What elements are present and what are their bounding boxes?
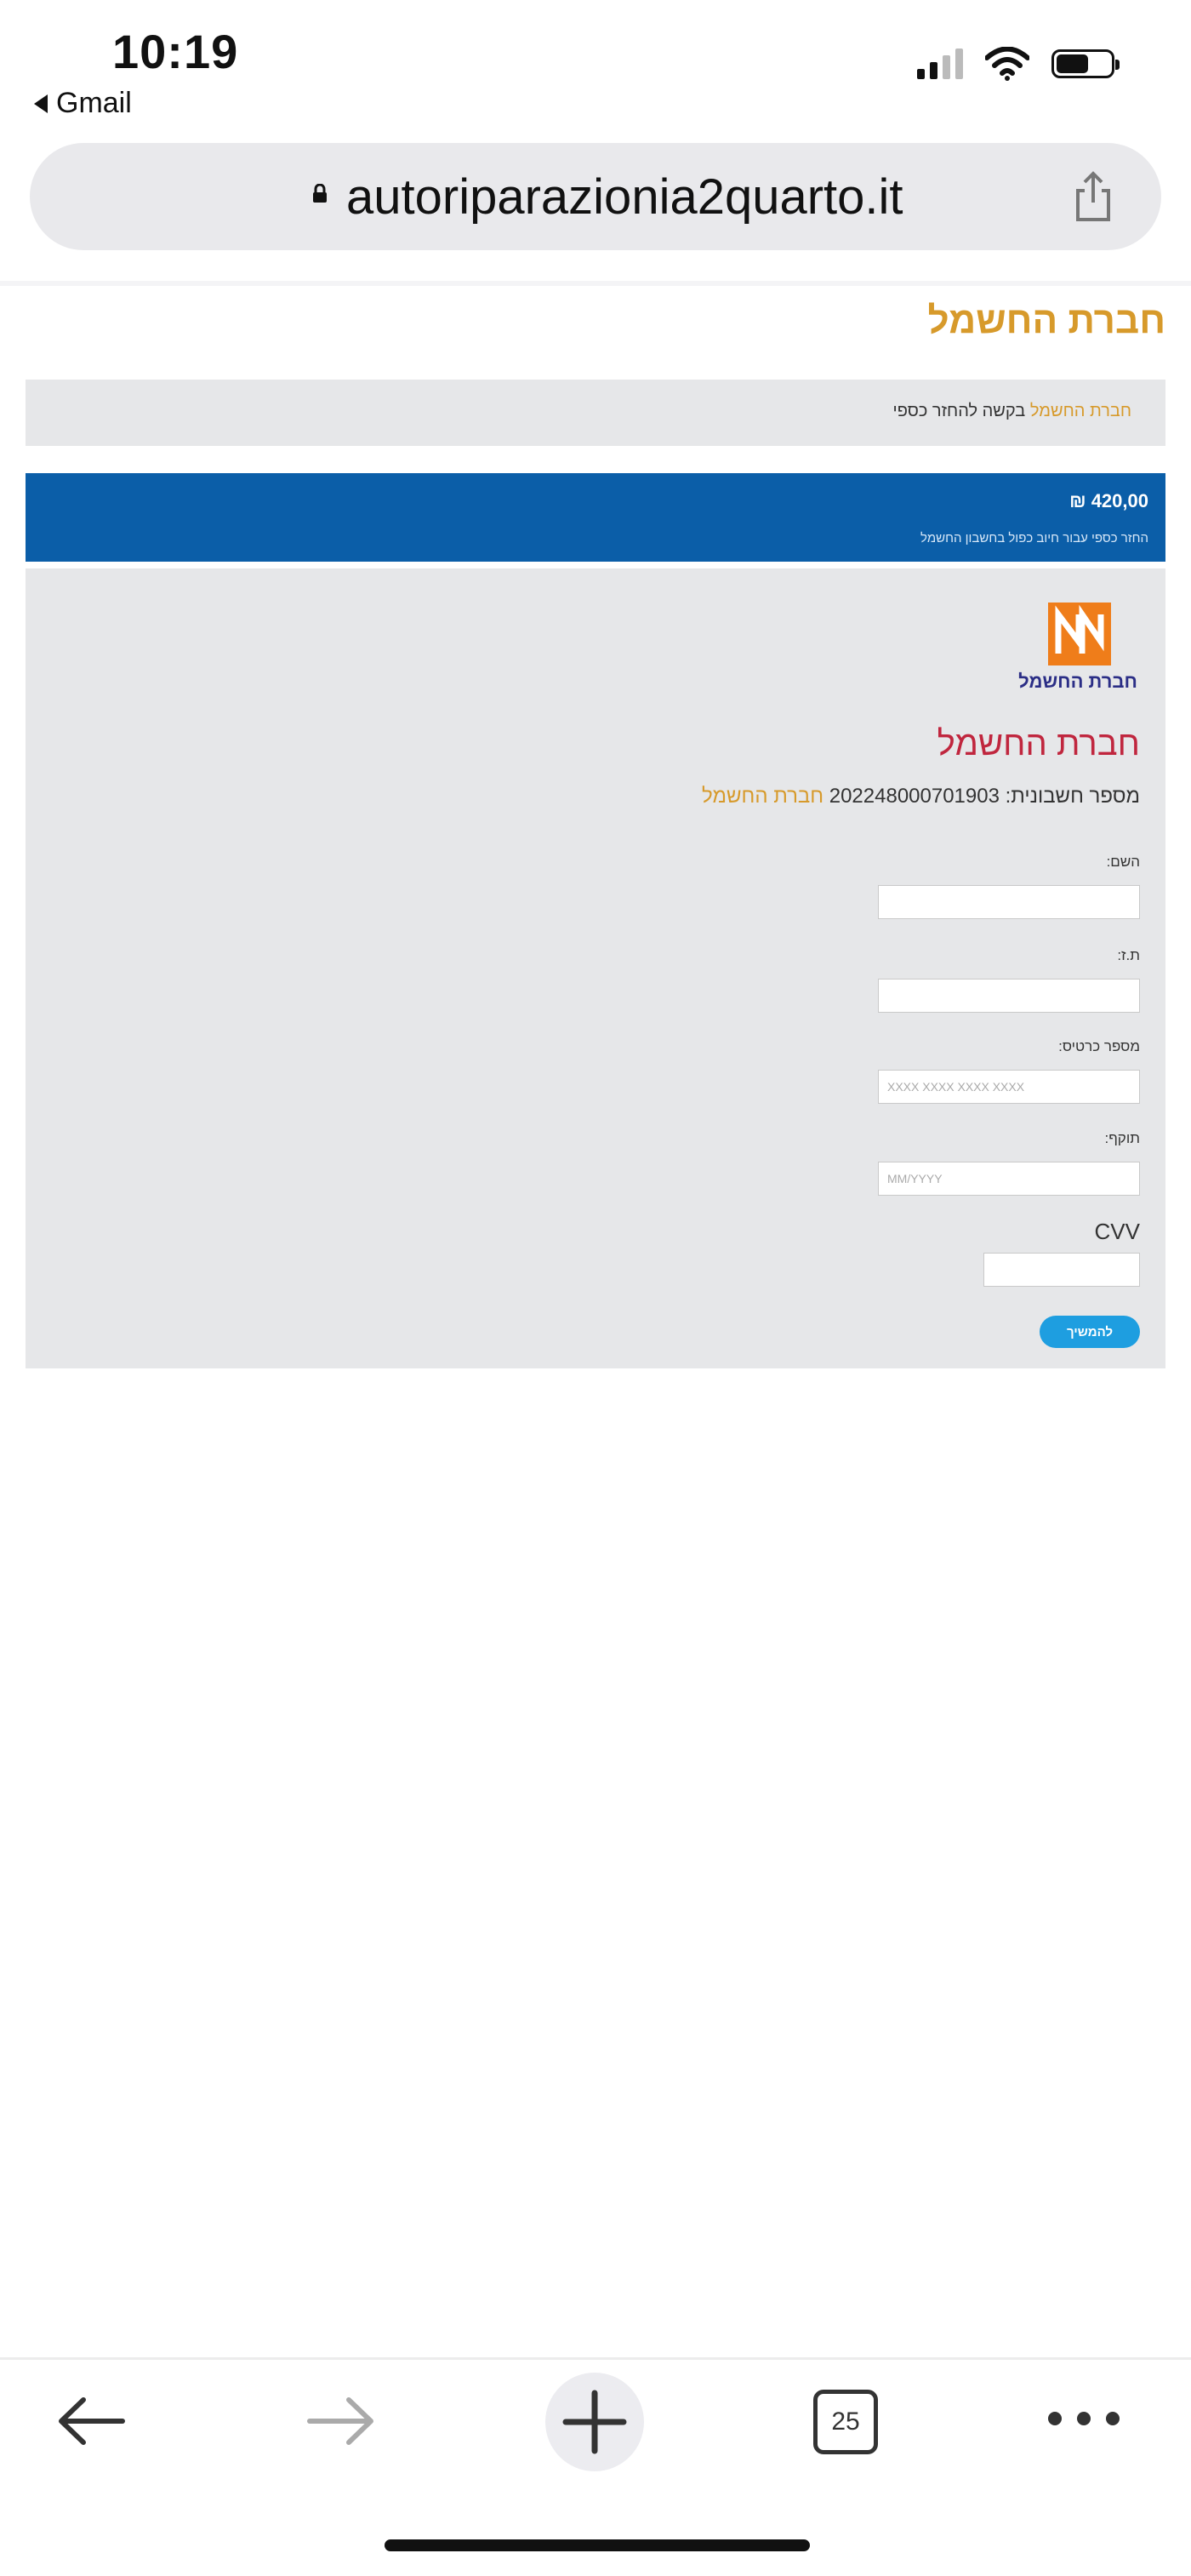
breadcrumb-bar: חברת החשמל בקשה להחזר כספי xyxy=(26,380,1165,446)
share-icon[interactable] xyxy=(1068,170,1119,225)
company-heading: חברת החשמל xyxy=(937,725,1140,763)
back-arrow-icon[interactable] xyxy=(53,2383,129,2459)
back-triangle-icon xyxy=(34,94,48,113)
status-icons xyxy=(917,47,1120,81)
toolbar-divider xyxy=(0,2357,1191,2360)
card-number-field[interactable] xyxy=(878,1070,1140,1104)
payment-amount: ₪ 420,00 xyxy=(1069,490,1148,511)
wifi-icon xyxy=(985,47,1029,81)
expiry-label: תוקף: xyxy=(1104,1130,1140,1146)
name-label: השם: xyxy=(1106,854,1140,870)
home-indicator xyxy=(385,2539,810,2551)
name-field[interactable] xyxy=(878,885,1140,919)
logo-text: חברת החשמל xyxy=(1018,671,1137,692)
expiry-field[interactable] xyxy=(878,1162,1140,1196)
company-logo: חברת החשמל xyxy=(1014,603,1142,705)
breadcrumb-current: בקשה להחזר כספי xyxy=(892,402,1026,420)
new-tab-button[interactable] xyxy=(545,2373,644,2471)
payment-subtitle: החזר כספי עבור חיוב כפול בחשבון החשמל xyxy=(920,531,1148,545)
cvv-field[interactable] xyxy=(983,1253,1140,1287)
lock-icon xyxy=(313,184,327,203)
address-bar[interactable]: autoriparazionia2quarto.it xyxy=(30,143,1161,250)
cellular-signal-icon xyxy=(917,49,963,79)
tab-switcher-button[interactable]: 25 xyxy=(813,2390,878,2454)
invoice-company: חברת החשמל xyxy=(702,785,824,808)
invoice-number-label: מספר חשבונית: xyxy=(1005,785,1140,808)
cvv-label: CVV xyxy=(1094,1219,1140,1244)
invoice-number-line: מספר חשבונית: 202248000701903 חברת החשמל xyxy=(702,785,1140,808)
form-panel xyxy=(26,568,1165,1368)
site-title[interactable]: חברת החשמל xyxy=(928,300,1165,342)
logo-mark-icon xyxy=(1048,603,1111,665)
battery-icon xyxy=(1051,49,1120,78)
continue-button[interactable]: להמשיך xyxy=(1040,1316,1140,1348)
plus-icon xyxy=(562,2390,627,2454)
invoice-number: 202248000701903 xyxy=(829,785,1000,808)
back-app-label: Gmail xyxy=(56,87,132,119)
status-bar-time: 10:19 xyxy=(112,25,239,78)
breadcrumb: חברת החשמל בקשה להחזר כספי xyxy=(893,402,1131,421)
id-field[interactable] xyxy=(878,979,1140,1013)
url-text: autoriparazionia2quarto.it xyxy=(346,169,903,225)
back-to-app-button[interactable]: Gmail xyxy=(34,87,132,120)
breadcrumb-link[interactable]: חברת החשמל xyxy=(1030,402,1131,420)
page-divider xyxy=(0,281,1191,286)
id-label: ת.ז: xyxy=(1117,947,1140,963)
payment-header: ₪ 420,00 החזר כספי עבור חיוב כפול בחשבון… xyxy=(26,473,1165,562)
more-options-icon[interactable] xyxy=(1043,2402,1125,2436)
forward-arrow-icon[interactable] xyxy=(303,2383,379,2459)
card-number-label: מספר כרטיס: xyxy=(1058,1038,1140,1054)
